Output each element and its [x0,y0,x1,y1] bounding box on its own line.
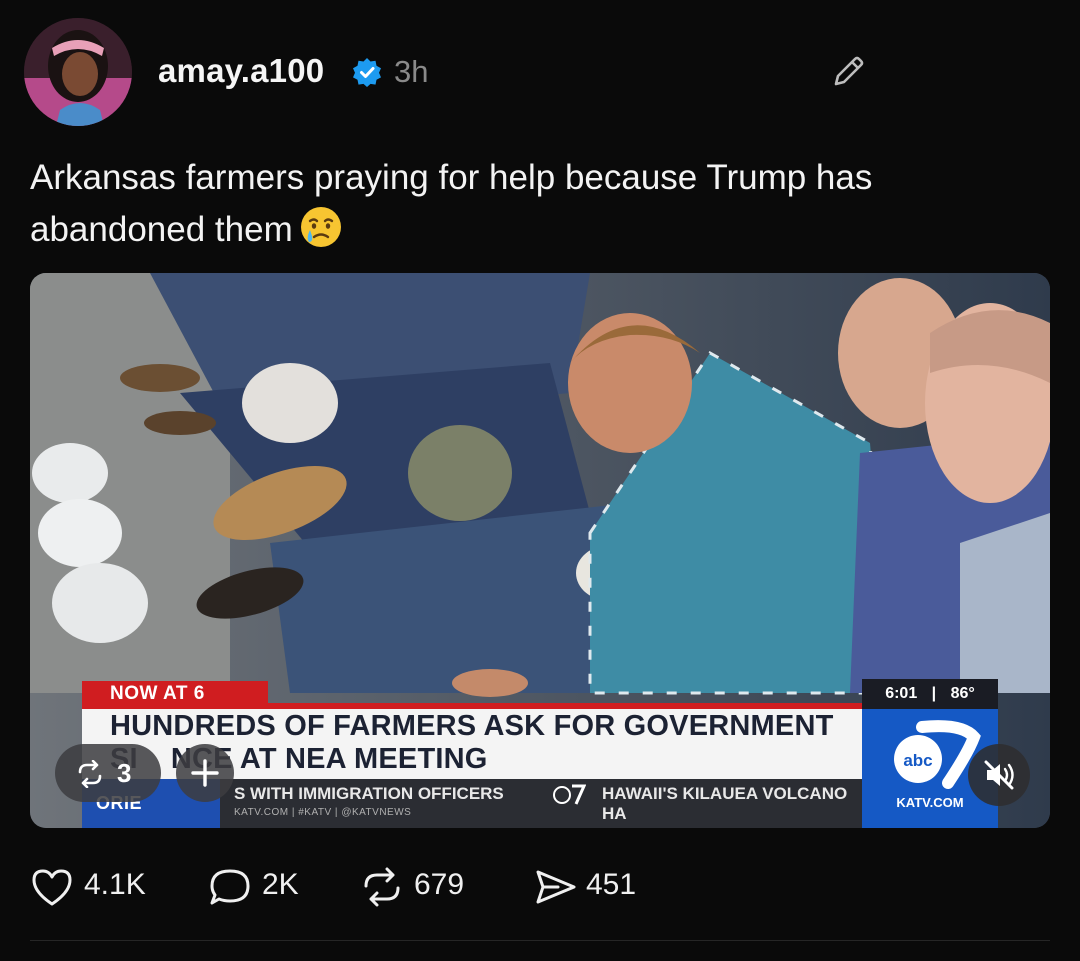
speaker-muted-icon [984,760,1014,790]
abc7-mini-logo-icon [553,784,586,805]
edit-pencil-icon[interactable] [828,52,868,92]
username[interactable]: amay.a100 [158,52,324,90]
ticker-item-1: S WITH IMMIGRATION OFFICERS [234,784,504,803]
news-time-temp: 6:01 | 86° [862,679,998,709]
like-count: 4.1K [84,868,146,901]
post-text: Arkansas farmers praying for help becaus… [30,152,1030,256]
news-time: 6:01 [885,685,918,702]
repost-count: 679 [414,868,465,901]
media-repost-number: 3 [117,758,132,788]
mute-toggle-button[interactable] [968,744,1030,806]
heart-icon [32,869,72,906]
post-actions: 4.1K 2K 679 451 [30,862,1050,910]
crying-face-emoji-icon [300,207,341,247]
comment-bubble-icon [210,869,250,905]
svg-text:abc: abc [903,751,932,770]
repost-icon [364,867,400,907]
plus-icon [191,759,219,787]
media-repost-count[interactable]: 3 [55,744,161,802]
add-button[interactable] [176,744,234,802]
news-headline-line1: HUNDREDS OF FARMERS ASK FOR GOVERNMENT [110,710,834,742]
comment-count: 2K [262,868,299,901]
repost-icon [78,760,102,788]
verified-badge-icon [353,58,381,87]
ticker-sub: KATV.COM | #KATV | @KATVNEWS [234,807,412,818]
video-media[interactable]: NOW AT 6 HUNDREDS OF FARMERS ASK FOR GOV… [30,273,1050,828]
news-temp: 86° [950,685,975,702]
ticker-item-2: HAWAII'S KILAUEA VOLCANO HA [602,784,848,823]
share-count: 451 [586,868,637,901]
avatar[interactable] [24,18,132,126]
post-divider [30,940,1050,941]
send-icon [536,870,576,904]
post-text-body: Arkansas farmers praying for help becaus… [30,158,873,249]
post-timestamp: 3h [394,54,429,89]
